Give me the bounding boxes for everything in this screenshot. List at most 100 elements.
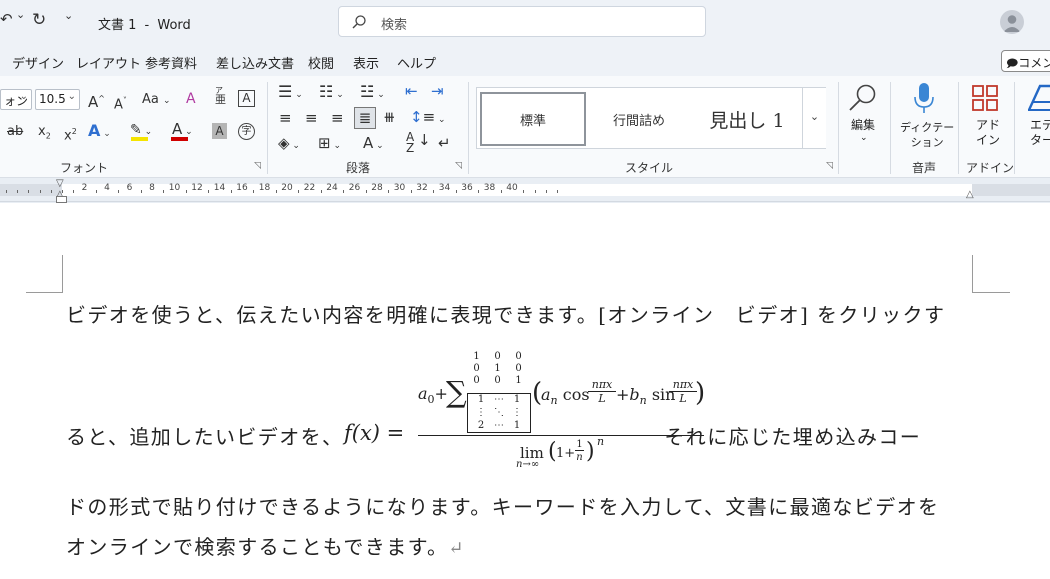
ruler-number: 16 (236, 183, 248, 193)
show-formatting-marks-icon[interactable]: ↵ (438, 134, 451, 152)
enclose-characters-icon[interactable]: 字 (238, 123, 255, 140)
document-title: 文書 1 - Word (98, 14, 191, 33)
superscript-mark: 2 (71, 127, 77, 136)
an-subscript: n (550, 394, 558, 408)
font-dialog-launcher-icon[interactable]: ◹ (254, 161, 261, 171)
style-heading-1[interactable]: 見出し 1 (695, 92, 799, 146)
character-shading-icon[interactable]: A (212, 123, 227, 139)
user-avatar[interactable] (1000, 10, 1024, 34)
styles-gallery: 標準 行間詰め 見出し 1 (476, 87, 826, 149)
font-name-select[interactable]: ォン ⌄ (0, 89, 32, 110)
shading-icon[interactable]: ◈ ⌄ (278, 134, 300, 155)
change-case-icon[interactable]: Aa ⌄ (142, 91, 171, 110)
sin-numerator-text: nπx (672, 378, 694, 391)
paragraph-dialog-launcher-icon[interactable]: ◹ (455, 161, 462, 171)
redo-icon[interactable]: ↻ (32, 10, 46, 30)
tab-help[interactable]: ヘルプ (397, 53, 436, 72)
distributed-icon[interactable]: ⧻ (383, 108, 396, 126)
matrix-cell: ⋮ (476, 407, 486, 418)
comments-button[interactable]: 🗩コメン (1001, 50, 1050, 72)
line-spacing-icon[interactable]: ↕≡ ⌄ (410, 108, 446, 129)
font-color-bar (171, 137, 188, 141)
denominator-power-text: n (597, 435, 605, 448)
multilevel-list-icon[interactable]: ☳ ⌄ (360, 83, 385, 104)
align-right-icon[interactable]: ≡ (331, 109, 344, 127)
tab-mailings[interactable]: 差し込み文書 (216, 53, 294, 72)
denominator-close-paren: ) (586, 439, 595, 464)
phonetic-guide-icon[interactable]: ア亜 (215, 86, 226, 105)
font-size-select[interactable]: 10.5 ⌄ (35, 89, 80, 110)
superscript-icon[interactable]: x2 (64, 123, 77, 145)
tab-design[interactable]: デザイン (12, 53, 64, 72)
cos-fraction-denominator: L (588, 392, 616, 405)
body-line-4: オンラインで検索することもできます。↵ (66, 531, 465, 560)
addins-label: アド イン (976, 118, 1001, 147)
tab-view[interactable]: 表示 (353, 53, 379, 72)
styles-more-button[interactable]: ⌄ (802, 88, 826, 148)
borders-icon[interactable]: ⊞ ⌄ (318, 134, 341, 155)
increase-indent-icon[interactable]: ⇥ (431, 82, 444, 100)
title-bar: ↶ ⌄ ↻ ⌄ 文書 1 - Word 検索 (0, 0, 1050, 44)
style-no-spacing[interactable]: 行間詰め (589, 92, 689, 146)
subscript-glyph: x (38, 124, 46, 139)
matrix-row: 1 0 0 (466, 351, 529, 363)
matrix-cell: 0 (494, 351, 501, 362)
bullets-icon[interactable]: ☰ ⌄ (278, 83, 303, 104)
asian-layout-icon[interactable]: A ⌄ (363, 134, 384, 155)
decrease-indent-icon[interactable]: ⇤ (405, 82, 418, 100)
style-normal[interactable]: 標準 (480, 92, 586, 146)
group-divider (890, 82, 891, 174)
subscript-icon[interactable]: x2 (38, 123, 51, 146)
chevron-down-icon: ⌄ (809, 110, 820, 123)
character-border-icon[interactable]: A (238, 90, 255, 107)
editor-label: エデ ター (1030, 118, 1050, 147)
shrink-font-icon[interactable]: A˅ (114, 92, 127, 114)
sort-icon[interactable]: A Z ↓ (406, 131, 431, 154)
title-separator: - (144, 18, 150, 33)
change-case-glyph: Aa (142, 92, 159, 107)
first-line-indent-marker[interactable]: ▽ (56, 178, 64, 189)
matrix-cell: 1 (494, 363, 501, 374)
undo-dropdown-icon[interactable]: ⌄ (16, 8, 25, 21)
left-indent-marker[interactable] (56, 196, 67, 203)
body-line-2-end: それに応じた埋め込みコー (664, 425, 922, 449)
align-left-icon[interactable]: ≡ (279, 109, 292, 127)
matrix-cell: 0 (515, 351, 522, 362)
chevron-down-icon: ⌄ (860, 133, 868, 143)
ruler-tick (534, 190, 536, 193)
strikethrough-icon[interactable]: ab (7, 123, 23, 141)
ruler-number: 30 (393, 183, 406, 193)
sin-fraction-numerator: nπx (669, 378, 697, 392)
horizontal-ruler[interactable]: 2 4 6 8 10 12 14 16 18 20 22 24 26 28 30 32 34 36 38 40 ▽ △… (0, 178, 1050, 202)
customize-quick-access-icon[interactable]: ⌄ (64, 9, 73, 22)
undo-icon[interactable]: ↶ (0, 10, 13, 28)
tab-references[interactable]: 参考資料 (145, 53, 197, 72)
a0-symbol: a (418, 384, 428, 403)
ruler-tick (500, 190, 502, 193)
text-effects-icon[interactable]: A ⌄ (88, 122, 111, 143)
styles-dialog-launcher-icon[interactable]: ◹ (826, 161, 833, 171)
right-indent-marker[interactable]: △ (966, 189, 974, 200)
clear-formatting-icon[interactable]: A (186, 90, 196, 108)
numbering-icon[interactable]: ☷ ⌄ (319, 83, 344, 104)
grow-font-icon[interactable]: A^ (88, 90, 105, 111)
search-box[interactable]: 検索 (338, 6, 706, 37)
close-paren: ) (695, 378, 706, 408)
tab-layout[interactable]: レイアウト (76, 53, 141, 72)
subscript-mark: 2 (45, 131, 51, 141)
align-center-icon[interactable]: ≡ (305, 109, 318, 127)
ruler-tick (253, 190, 255, 193)
tab-review[interactable]: 校閲 (308, 53, 334, 72)
denominator-frac-den-text: n (576, 452, 583, 463)
bracket-matrix: 1 ⋯ 1 ⋮ ⋱ ⋮ 2 ⋯ 1 (472, 393, 526, 432)
style-normal-label: 標準 (519, 113, 546, 129)
justify-icon[interactable]: ≣ (354, 107, 376, 129)
ruler-tick (343, 190, 345, 193)
body-line-2-start: ると、追加したいビデオを、 (66, 425, 344, 449)
phonetic-base: 亜 (215, 93, 226, 106)
denominator-frac-num: 1 (575, 439, 584, 451)
matrix-cell: 0 (473, 363, 480, 374)
document-page[interactable]: ビデオを使うと、伝えたい内容を明確に表現できます。[オンライン ビデオ] をクリ… (0, 203, 1050, 579)
crop-mark-right (972, 292, 1010, 293)
cos-numerator-text: nπx (591, 378, 613, 391)
